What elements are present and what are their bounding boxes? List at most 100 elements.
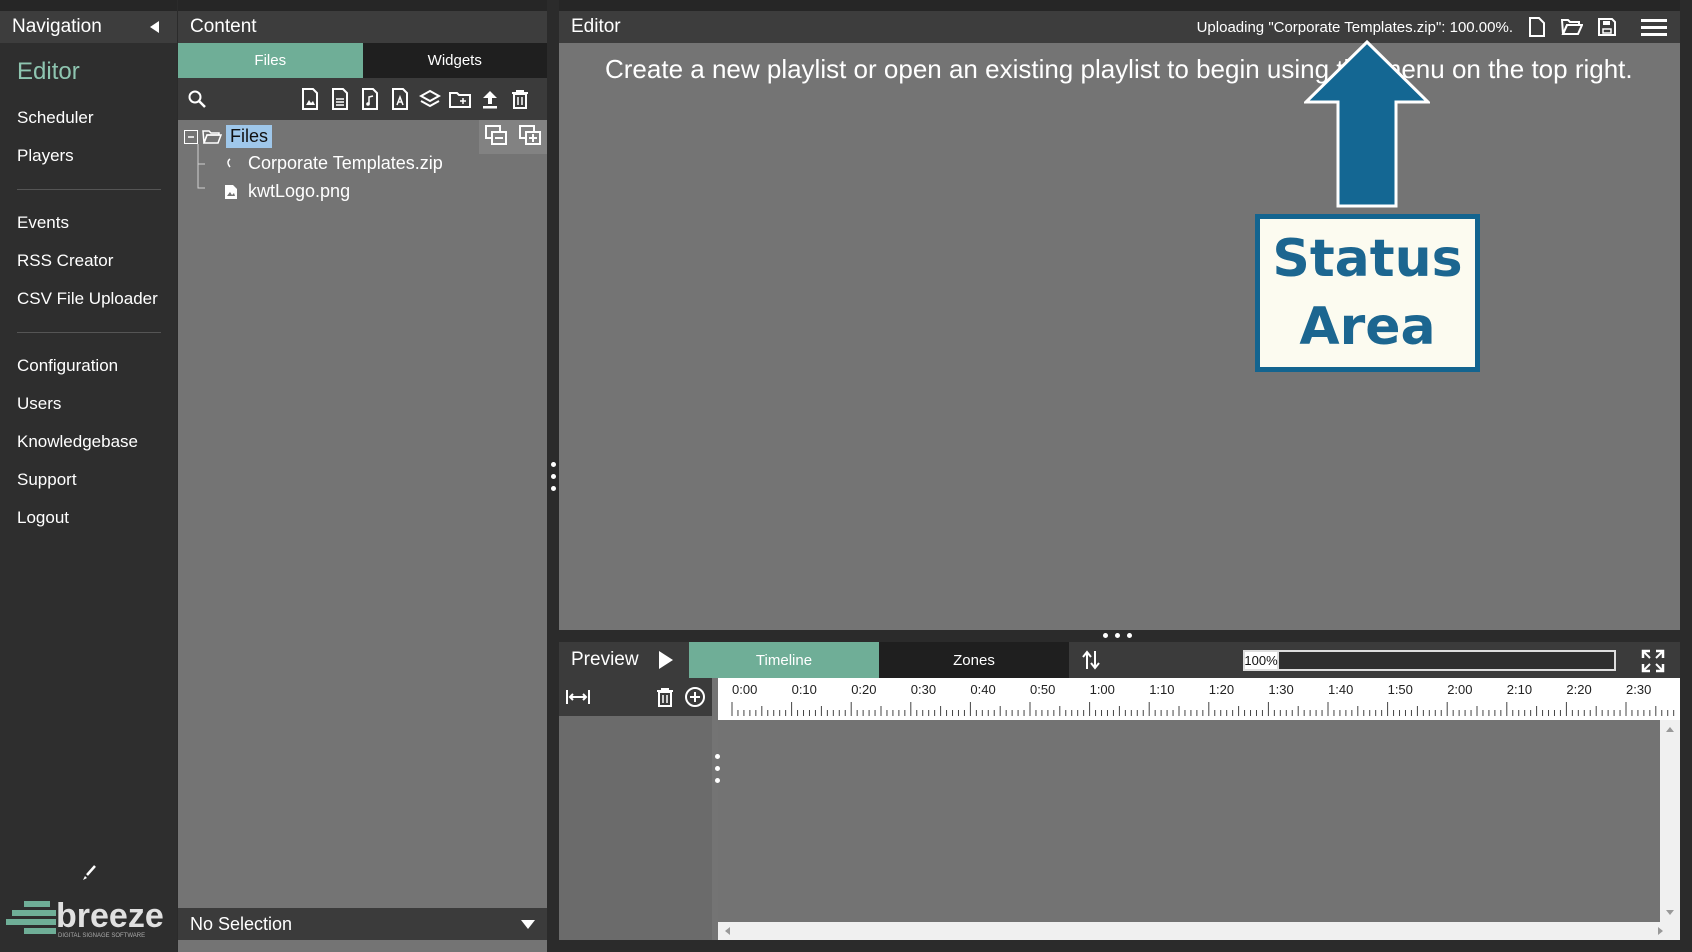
chevron-down-icon — [521, 919, 535, 929]
horizontal-splitter[interactable] — [559, 630, 1680, 642]
ruler-tick-label: 0:20 — [851, 682, 877, 697]
nav-item-csv-uploader[interactable]: CSV File Uploader — [17, 280, 160, 318]
collapse-left-icon[interactable] — [150, 21, 159, 33]
nav-divider — [17, 332, 161, 333]
status-area-callout: Status Area — [1255, 214, 1480, 372]
nav-item-rss-creator[interactable]: RSS Creator — [17, 242, 160, 280]
tab-widgets[interactable]: Widgets — [363, 43, 548, 78]
callout-arrow-icon — [1304, 40, 1430, 208]
image-file-icon — [224, 184, 238, 200]
ruler-tick-label: 1:10 — [1149, 682, 1175, 697]
brush-icon[interactable] — [80, 864, 98, 882]
ruler-tick-label: 0:10 — [791, 682, 817, 697]
ruler-tick-label: 0:40 — [970, 682, 996, 697]
ruler-tick-label: 2:30 — [1626, 682, 1652, 697]
new-pdf-file-icon[interactable] — [389, 88, 411, 110]
ruler-tick-label: 0:00 — [732, 682, 758, 697]
new-document-icon[interactable] — [329, 88, 351, 110]
editor-empty-message: Create a new playlist or open an existin… — [605, 54, 1633, 84]
nav-item-configuration[interactable]: Configuration — [17, 347, 160, 385]
app-root: Navigation Editor Scheduler Players Even… — [0, 0, 1692, 952]
navigation-panel: Navigation Editor Scheduler Players Even… — [0, 0, 177, 952]
play-icon[interactable] — [658, 651, 673, 669]
copy-icon[interactable] — [484, 124, 508, 151]
fullscreen-icon[interactable] — [1641, 649, 1665, 673]
hamburger-menu-icon[interactable] — [1640, 16, 1668, 38]
search-icon[interactable] — [186, 88, 208, 110]
trash-icon[interactable] — [509, 88, 531, 110]
ruler-tick-label: 2:20 — [1566, 682, 1592, 697]
paste-icon[interactable] — [518, 124, 542, 151]
selection-dropdown[interactable]: No Selection — [178, 908, 547, 940]
nav-item-knowledgebase[interactable]: Knowledgebase — [17, 423, 160, 461]
preview-title-wrap: Preview — [559, 649, 689, 671]
ruler-tick-label: 0:50 — [1030, 682, 1056, 697]
tree-item[interactable]: Corporate Templates.zip — [224, 153, 443, 174]
navigation-header: Navigation — [0, 0, 177, 43]
timeline-area[interactable]: 0:00 0:10 0:20 0:30 0:40 0:50 1:00 1:10 1:20 1:30… — [715, 678, 1680, 940]
logo-tagline: DIGITAL SIGNAGE SOFTWARE — [58, 933, 145, 939]
tab-timeline[interactable]: Timeline — [689, 642, 879, 678]
content-toolbar — [178, 78, 547, 120]
nav-list: Editor Scheduler Players Events RSS Crea… — [0, 45, 177, 537]
nav-item-logout[interactable]: Logout — [17, 499, 160, 537]
upload-icon[interactable] — [479, 88, 501, 110]
new-image-file-icon[interactable] — [299, 88, 321, 110]
content-panel: Content Files Widgets Files Corporate Te… — [178, 0, 547, 952]
nav-item-support[interactable]: Support — [17, 461, 160, 499]
tree-item[interactable]: kwtLogo.png — [224, 181, 350, 202]
timeline-ruler: 0:00 0:10 0:20 0:30 0:40 0:50 1:00 1:10 1:20 1:30… — [718, 678, 1680, 720]
zoom-value: 100% — [1243, 650, 1279, 671]
trash-icon[interactable] — [656, 687, 674, 707]
ruler-tick-label: 0:30 — [910, 682, 937, 697]
callout-line2: Area — [1299, 297, 1436, 357]
tree-side-tools — [479, 120, 547, 154]
editor-title: Editor — [571, 16, 621, 37]
save-icon[interactable] — [1596, 16, 1618, 38]
timeline-track-list — [559, 678, 712, 940]
nav-item-users[interactable]: Users — [17, 385, 160, 423]
ruler-tick-label: 1:20 — [1208, 682, 1235, 697]
ruler-tick-label: 1:50 — [1387, 682, 1413, 697]
content-header: Content — [178, 0, 547, 43]
breeze-logo: breeze DIGITAL SIGNAGE SOFTWARE — [6, 896, 168, 940]
tree-item-label: kwtLogo.png — [248, 181, 351, 201]
content-tabs: Files Widgets — [178, 43, 547, 78]
new-file-icon[interactable] — [1526, 16, 1548, 38]
tab-zones[interactable]: Zones — [879, 642, 1069, 678]
zoom-slider[interactable]: 100% — [1243, 650, 1616, 671]
timeline-tools — [559, 678, 712, 716]
preview-header: Preview Timeline Zones 100% — [559, 642, 1680, 678]
ruler-tick-label: 1:30 — [1268, 682, 1294, 697]
open-folder-icon[interactable] — [1561, 16, 1583, 38]
vertical-splitter[interactable] — [547, 0, 559, 952]
new-audio-file-icon[interactable] — [359, 88, 381, 110]
swap-vertical-icon[interactable] — [1081, 649, 1101, 671]
content-title: Content — [190, 16, 257, 37]
new-folder-icon[interactable] — [449, 88, 471, 110]
nav-item-scheduler[interactable]: Scheduler — [17, 99, 160, 137]
selection-value: No Selection — [190, 913, 293, 934]
tree-lines — [197, 144, 205, 189]
navigation-title: Navigation — [12, 16, 102, 37]
preview-panel: Preview Timeline Zones 100% 0:00 0:10 0:… — [559, 642, 1680, 940]
editor-status-area: Uploading "Corporate Templates.zip": 100… — [1197, 16, 1668, 38]
logo-wordmark: breeze — [56, 897, 164, 935]
editor-panel: Editor Uploading "Corporate Templates.zi… — [559, 0, 1680, 630]
vertical-scrollbar[interactable] — [1660, 720, 1680, 922]
nav-item-editor[interactable]: Editor — [17, 45, 160, 99]
zip-file-icon — [224, 157, 238, 171]
callout-line1: Status — [1272, 229, 1463, 289]
horizontal-scrollbar[interactable] — [718, 922, 1680, 940]
nav-item-players[interactable]: Players — [17, 137, 160, 175]
editor-header: Editor Uploading "Corporate Templates.zi… — [559, 0, 1680, 43]
collapse-toggle-icon[interactable] — [184, 129, 198, 144]
fit-width-icon[interactable] — [565, 688, 591, 706]
layers-icon[interactable] — [419, 88, 441, 110]
nav-item-events[interactable]: Events — [17, 204, 160, 242]
add-circle-icon[interactable] — [684, 686, 706, 708]
ruler-tick-label: 2:00 — [1447, 682, 1473, 697]
tab-files[interactable]: Files — [178, 43, 363, 78]
preview-title: Preview — [571, 649, 639, 670]
upload-status-text: Uploading "Corporate Templates.zip": 100… — [1196, 18, 1513, 36]
